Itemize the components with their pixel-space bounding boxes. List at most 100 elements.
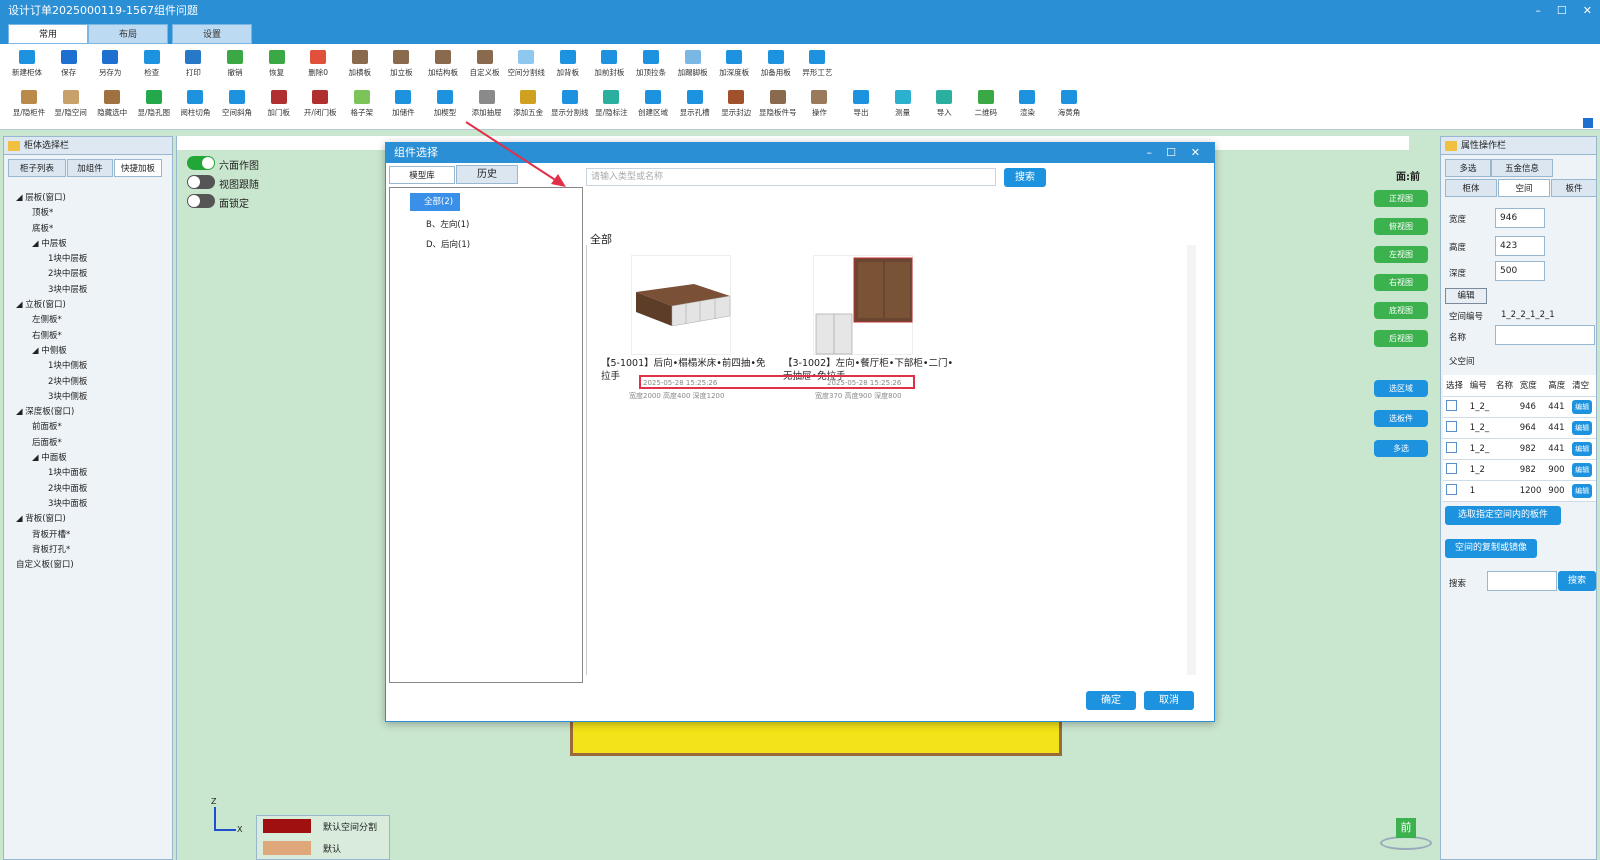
row-edit[interactable]: 编辑 xyxy=(1569,480,1596,502)
tree-node[interactable]: 2块中侧板 xyxy=(16,375,87,390)
toolbar-button-toolbar_row2-16[interactable]: 显示孔槽 xyxy=(674,90,716,118)
toolbar-button-toolbar_row1-17[interactable]: 加深度板 xyxy=(713,50,755,78)
tab-add-component[interactable]: 加组件 xyxy=(67,159,113,177)
tree-node[interactable]: 2块中层板 xyxy=(16,267,87,282)
row-edit[interactable]: 编辑 xyxy=(1569,396,1596,418)
dialog-search-button[interactable]: 搜索 xyxy=(1004,168,1046,187)
close-icon[interactable]: ✕ xyxy=(1583,0,1592,22)
tree-node[interactable]: 2块中面板 xyxy=(16,482,87,497)
toolbar-button-toolbar_row2-21[interactable]: 测量 xyxy=(882,90,924,118)
dialog-minimize-icon[interactable]: – xyxy=(1147,143,1153,163)
bottom-view-button[interactable]: 底视图 xyxy=(1374,302,1428,319)
top-view-button[interactable]: 俯视图 xyxy=(1374,218,1428,235)
tree-node[interactable]: 1块中侧板 xyxy=(16,359,87,374)
toolbar-button-toolbar_row2-24[interactable]: 渲染 xyxy=(1006,90,1048,118)
toggle-face-lock[interactable] xyxy=(187,194,215,208)
tab-multi-select[interactable]: 多选 xyxy=(1445,159,1491,177)
tab-hardware-info[interactable]: 五金信息 xyxy=(1491,159,1553,177)
toolbar-button-toolbar_row1-19[interactable]: 异形工艺 xyxy=(796,50,838,78)
copy-mirror-space-button[interactable]: 空间的复制或镜像 xyxy=(1445,539,1537,558)
toolbar-button-toolbar_row2-6[interactable]: 加门板 xyxy=(258,90,300,118)
tree-node[interactable]: 背板打孔* xyxy=(16,543,87,558)
checkbox[interactable] xyxy=(1446,441,1457,453)
toolbar-button-toolbar_row2-3[interactable]: 显/隐孔图 xyxy=(133,90,175,118)
toolbar-button-toolbar_row1-12[interactable]: 空间分割线 xyxy=(505,50,547,78)
toolbar-button-toolbar_row2-0[interactable]: 显/隐柜件 xyxy=(8,90,50,118)
row-edit[interactable]: 编辑 xyxy=(1569,459,1596,481)
tab-cabinet[interactable]: 柜体 xyxy=(1445,179,1497,197)
height-field[interactable]: 423 xyxy=(1495,236,1545,256)
toolbar-button-toolbar_row2-9[interactable]: 加储件 xyxy=(382,90,424,118)
toolbar-button-toolbar_row1-7[interactable]: 删除0 xyxy=(297,50,339,78)
front-view-button[interactable]: 正视图 xyxy=(1374,190,1428,207)
toolbar-button-toolbar_row1-5[interactable]: 撤销 xyxy=(214,50,256,78)
toolbar-button-toolbar_row2-13[interactable]: 显示分割线 xyxy=(549,90,591,118)
tree-item-back[interactable]: D、后向(1) xyxy=(426,238,470,250)
tab-space[interactable]: 空间 xyxy=(1498,179,1550,197)
depth-field[interactable]: 500 xyxy=(1495,261,1545,281)
tree-node[interactable]: ◢ 层板(窗口) xyxy=(16,191,87,206)
dialog-maximize-icon[interactable]: ☐ xyxy=(1166,143,1176,163)
tree-node[interactable]: 后面板* xyxy=(16,436,87,451)
table-row[interactable]: 1_2_ 964 441 编辑 xyxy=(1443,417,1596,439)
tree-node[interactable]: ◢ 立板(窗口) xyxy=(16,298,87,313)
select-board-button[interactable]: 选板件 xyxy=(1374,410,1428,427)
tab-common[interactable]: 常用 xyxy=(8,24,88,44)
view-cube[interactable]: 前 xyxy=(1380,818,1432,850)
row-edit[interactable]: 编辑 xyxy=(1569,438,1596,460)
toolbar-button-toolbar_row1-0[interactable]: 新建柜体 xyxy=(6,50,48,78)
toolbar-button-toolbar_row2-15[interactable]: 创建区域 xyxy=(632,90,674,118)
tab-board[interactable]: 板件 xyxy=(1551,179,1597,197)
dialog-close-icon[interactable]: ✕ xyxy=(1191,143,1200,163)
tab-cabinet-list[interactable]: 柜子列表 xyxy=(8,159,66,177)
toolbar-button-toolbar_row2-8[interactable]: 格子架 xyxy=(341,90,383,118)
row-edit-button[interactable]: 编辑 xyxy=(1572,399,1593,414)
checkbox[interactable] xyxy=(1446,399,1457,411)
tree-node[interactable]: 自定义板(窗口) xyxy=(16,558,87,573)
toolbar-button-toolbar_row2-18[interactable]: 显隐板件号 xyxy=(757,90,799,118)
dialog-scrollbar[interactable] xyxy=(1187,245,1196,675)
row-edit-button[interactable]: 编辑 xyxy=(1572,483,1593,498)
toolbar-button-toolbar_row1-10[interactable]: 加结构板 xyxy=(422,50,464,78)
toolbar-button-toolbar_row2-11[interactable]: 添加抽屉 xyxy=(466,90,508,118)
tab-model-library[interactable]: 模型库 xyxy=(389,166,455,184)
back-view-button[interactable]: 后视图 xyxy=(1374,330,1428,347)
tree-node[interactable]: ◢ 中面板 xyxy=(16,451,87,466)
row-checkbox[interactable] xyxy=(1443,396,1467,418)
width-field[interactable]: 946 xyxy=(1495,208,1545,228)
tree-node[interactable]: ◢ 中层板 xyxy=(16,237,87,252)
model-thumb-2[interactable] xyxy=(813,255,913,355)
tab-history[interactable]: 历史 xyxy=(456,165,518,184)
row-edit[interactable]: 编辑 xyxy=(1569,417,1596,439)
toolbar-button-toolbar_row2-19[interactable]: 操作 xyxy=(798,90,840,118)
toolbar-button-toolbar_row1-3[interactable]: 检查 xyxy=(131,50,173,78)
toolbar-button-toolbar_row1-1[interactable]: 保存 xyxy=(48,50,90,78)
toolbar-button-toolbar_row1-14[interactable]: 加前封板 xyxy=(588,50,630,78)
table-row[interactable]: 1_2_ 946 441 编辑 xyxy=(1443,396,1596,418)
tree-node[interactable]: 背板开槽* xyxy=(16,528,87,543)
row-edit-button[interactable]: 编辑 xyxy=(1572,441,1593,456)
tree-node[interactable]: 1块中层板 xyxy=(16,252,87,267)
tree-node[interactable]: 左侧板* xyxy=(16,313,87,328)
checkbox[interactable] xyxy=(1446,462,1457,474)
tab-layout[interactable]: 布局 xyxy=(88,24,168,44)
right-view-button[interactable]: 右视图 xyxy=(1374,274,1428,291)
minimize-icon[interactable]: – xyxy=(1535,0,1541,22)
tree-node[interactable]: 3块中面板 xyxy=(16,497,87,512)
table-row[interactable]: 1_2_ 982 441 编辑 xyxy=(1443,438,1596,460)
row-checkbox[interactable] xyxy=(1443,480,1467,502)
row-edit-button[interactable]: 编辑 xyxy=(1572,462,1593,477)
toolbar-button-toolbar_row1-16[interactable]: 加踢脚板 xyxy=(672,50,714,78)
tree-node[interactable]: 底板* xyxy=(16,222,87,237)
left-view-button[interactable]: 左视图 xyxy=(1374,246,1428,263)
toolbar-button-toolbar_row1-8[interactable]: 加横板 xyxy=(339,50,381,78)
toolbar-button-toolbar_row1-2[interactable]: 另存为 xyxy=(89,50,131,78)
toolbar-button-toolbar_row2-5[interactable]: 空间斜角 xyxy=(216,90,258,118)
model-thumb-1[interactable] xyxy=(631,255,731,355)
tree-node[interactable]: 右侧板* xyxy=(16,329,87,344)
row-checkbox[interactable] xyxy=(1443,459,1467,481)
toggle-view-follow[interactable] xyxy=(187,175,215,189)
table-row[interactable]: 1_2 982 900 编辑 xyxy=(1443,459,1596,481)
tab-settings[interactable]: 设置 xyxy=(172,24,252,44)
tree-node[interactable]: 前面板* xyxy=(16,420,87,435)
